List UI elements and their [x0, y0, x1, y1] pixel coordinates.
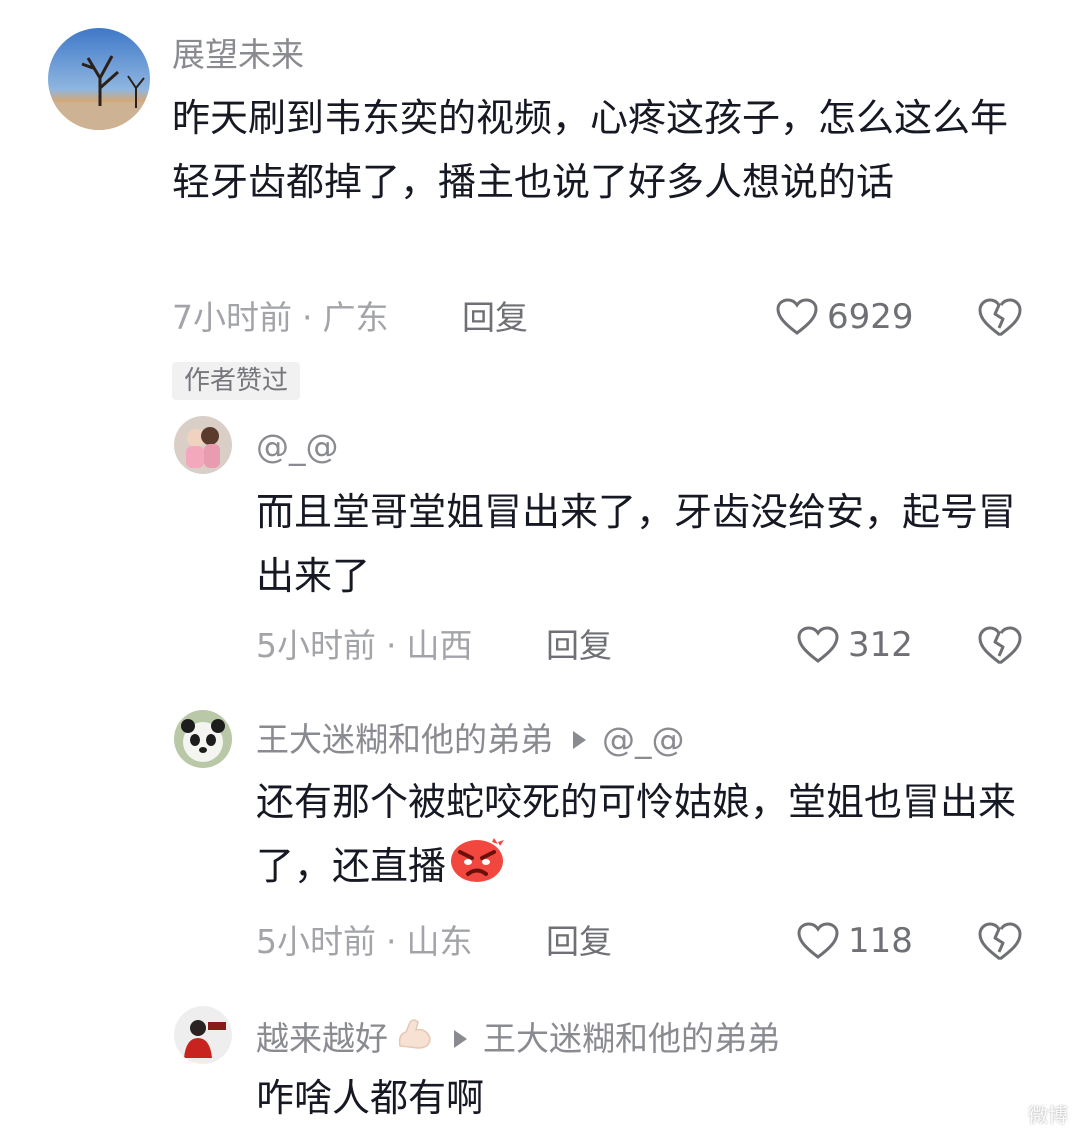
angry-face-icon	[448, 834, 506, 903]
comment-meta: 5小时前 · 山西	[256, 626, 473, 666]
flexed-biceps-icon	[394, 1016, 434, 1061]
avatar[interactable]	[48, 28, 150, 130]
broken-heart-icon	[978, 626, 1022, 665]
reply-button[interactable]: 回复	[546, 626, 612, 666]
comment-1: 展望未来 昨天刷到韦东奕的视频，心疼这孩子，怎么这么年轻牙齿都掉了，播主也说了好…	[0, 0, 1080, 400]
username-line: 王大迷糊和他的弟弟 @_@	[256, 720, 685, 760]
like-count: 118	[848, 921, 913, 961]
like-button[interactable]: 6929	[775, 297, 914, 337]
reply-comment-2: 王大迷糊和他的弟弟 @_@ 还有那个被蛇咬死的可怜姑娘，堂姐也冒出来了，还直播 …	[0, 690, 1080, 1000]
author-liked-badge: 作者赞过	[172, 362, 301, 400]
username[interactable]: 越来越好	[256, 1019, 388, 1059]
broken-heart-icon	[978, 922, 1022, 961]
comment-text-container: 还有那个被蛇咬死的可怜姑娘，堂姐也冒出来了，还直播	[256, 770, 1032, 903]
like-count: 6929	[827, 297, 914, 337]
dislike-button[interactable]	[976, 297, 1024, 343]
separator-dot: ·	[386, 626, 397, 665]
comment-location: 山西	[406, 626, 473, 665]
comment-time: 5小时前	[256, 626, 376, 665]
comment-text: 还有那个被蛇咬死的可怜姑娘，堂姐也冒出来了，还直播	[256, 780, 1017, 888]
comment-text: 昨天刷到韦东奕的视频，心疼这孩子，怎么这么年轻牙齿都掉了，播主也说了好多人想说的…	[172, 96, 1009, 204]
reply-arrow-icon	[573, 731, 586, 749]
comment-text: 咋啥人都有啊	[256, 1076, 485, 1120]
comment-meta: 7小时前 · 广东	[172, 298, 389, 338]
dislike-button[interactable]	[976, 921, 1024, 967]
heart-icon	[797, 626, 839, 663]
avatar[interactable]	[174, 1006, 232, 1064]
comment-meta: 5小时前 · 山东	[256, 922, 473, 962]
dislike-button[interactable]	[976, 625, 1024, 671]
username-line: 越来越好 王大迷糊和他的弟弟	[256, 1016, 780, 1061]
comment-text: 而且堂哥堂姐冒出来了，牙齿没给安，起号冒出来了	[256, 490, 1017, 598]
separator-dot: ·	[302, 298, 313, 337]
reply-to-username[interactable]: @_@	[602, 720, 685, 760]
like-button[interactable]: 312	[796, 625, 913, 665]
comment-location: 山东	[406, 922, 473, 961]
avatar[interactable]	[174, 710, 232, 768]
heart-icon	[797, 922, 839, 959]
username[interactable]: @_@	[256, 427, 339, 467]
reply-comment-3: 越来越好 王大迷糊和他的弟弟 咋啥人都有啊	[0, 1000, 1080, 1134]
broken-heart-icon	[978, 298, 1022, 337]
separator-dot: ·	[386, 922, 397, 961]
reply-comment-1: @_@ 而且堂哥堂姐冒出来了，牙齿没给安，起号冒出来了 5小时前 · 山西 回复 3…	[0, 400, 1080, 690]
username[interactable]: 展望未来	[172, 35, 304, 75]
comment-time: 7小时前	[172, 298, 292, 337]
comment-time: 5小时前	[256, 922, 376, 961]
reply-button[interactable]: 回复	[462, 298, 528, 338]
reply-button[interactable]: 回复	[546, 922, 612, 962]
like-button[interactable]: 118	[796, 921, 913, 961]
heart-icon	[776, 298, 818, 335]
watermark: 微博	[1028, 1103, 1068, 1127]
username[interactable]: 王大迷糊和他的弟弟	[256, 720, 553, 760]
reply-to-username[interactable]: 王大迷糊和他的弟弟	[483, 1019, 780, 1059]
comment-location: 广东	[322, 298, 389, 337]
like-count: 312	[848, 625, 913, 665]
avatar[interactable]	[174, 416, 232, 474]
reply-arrow-icon	[454, 1029, 467, 1048]
